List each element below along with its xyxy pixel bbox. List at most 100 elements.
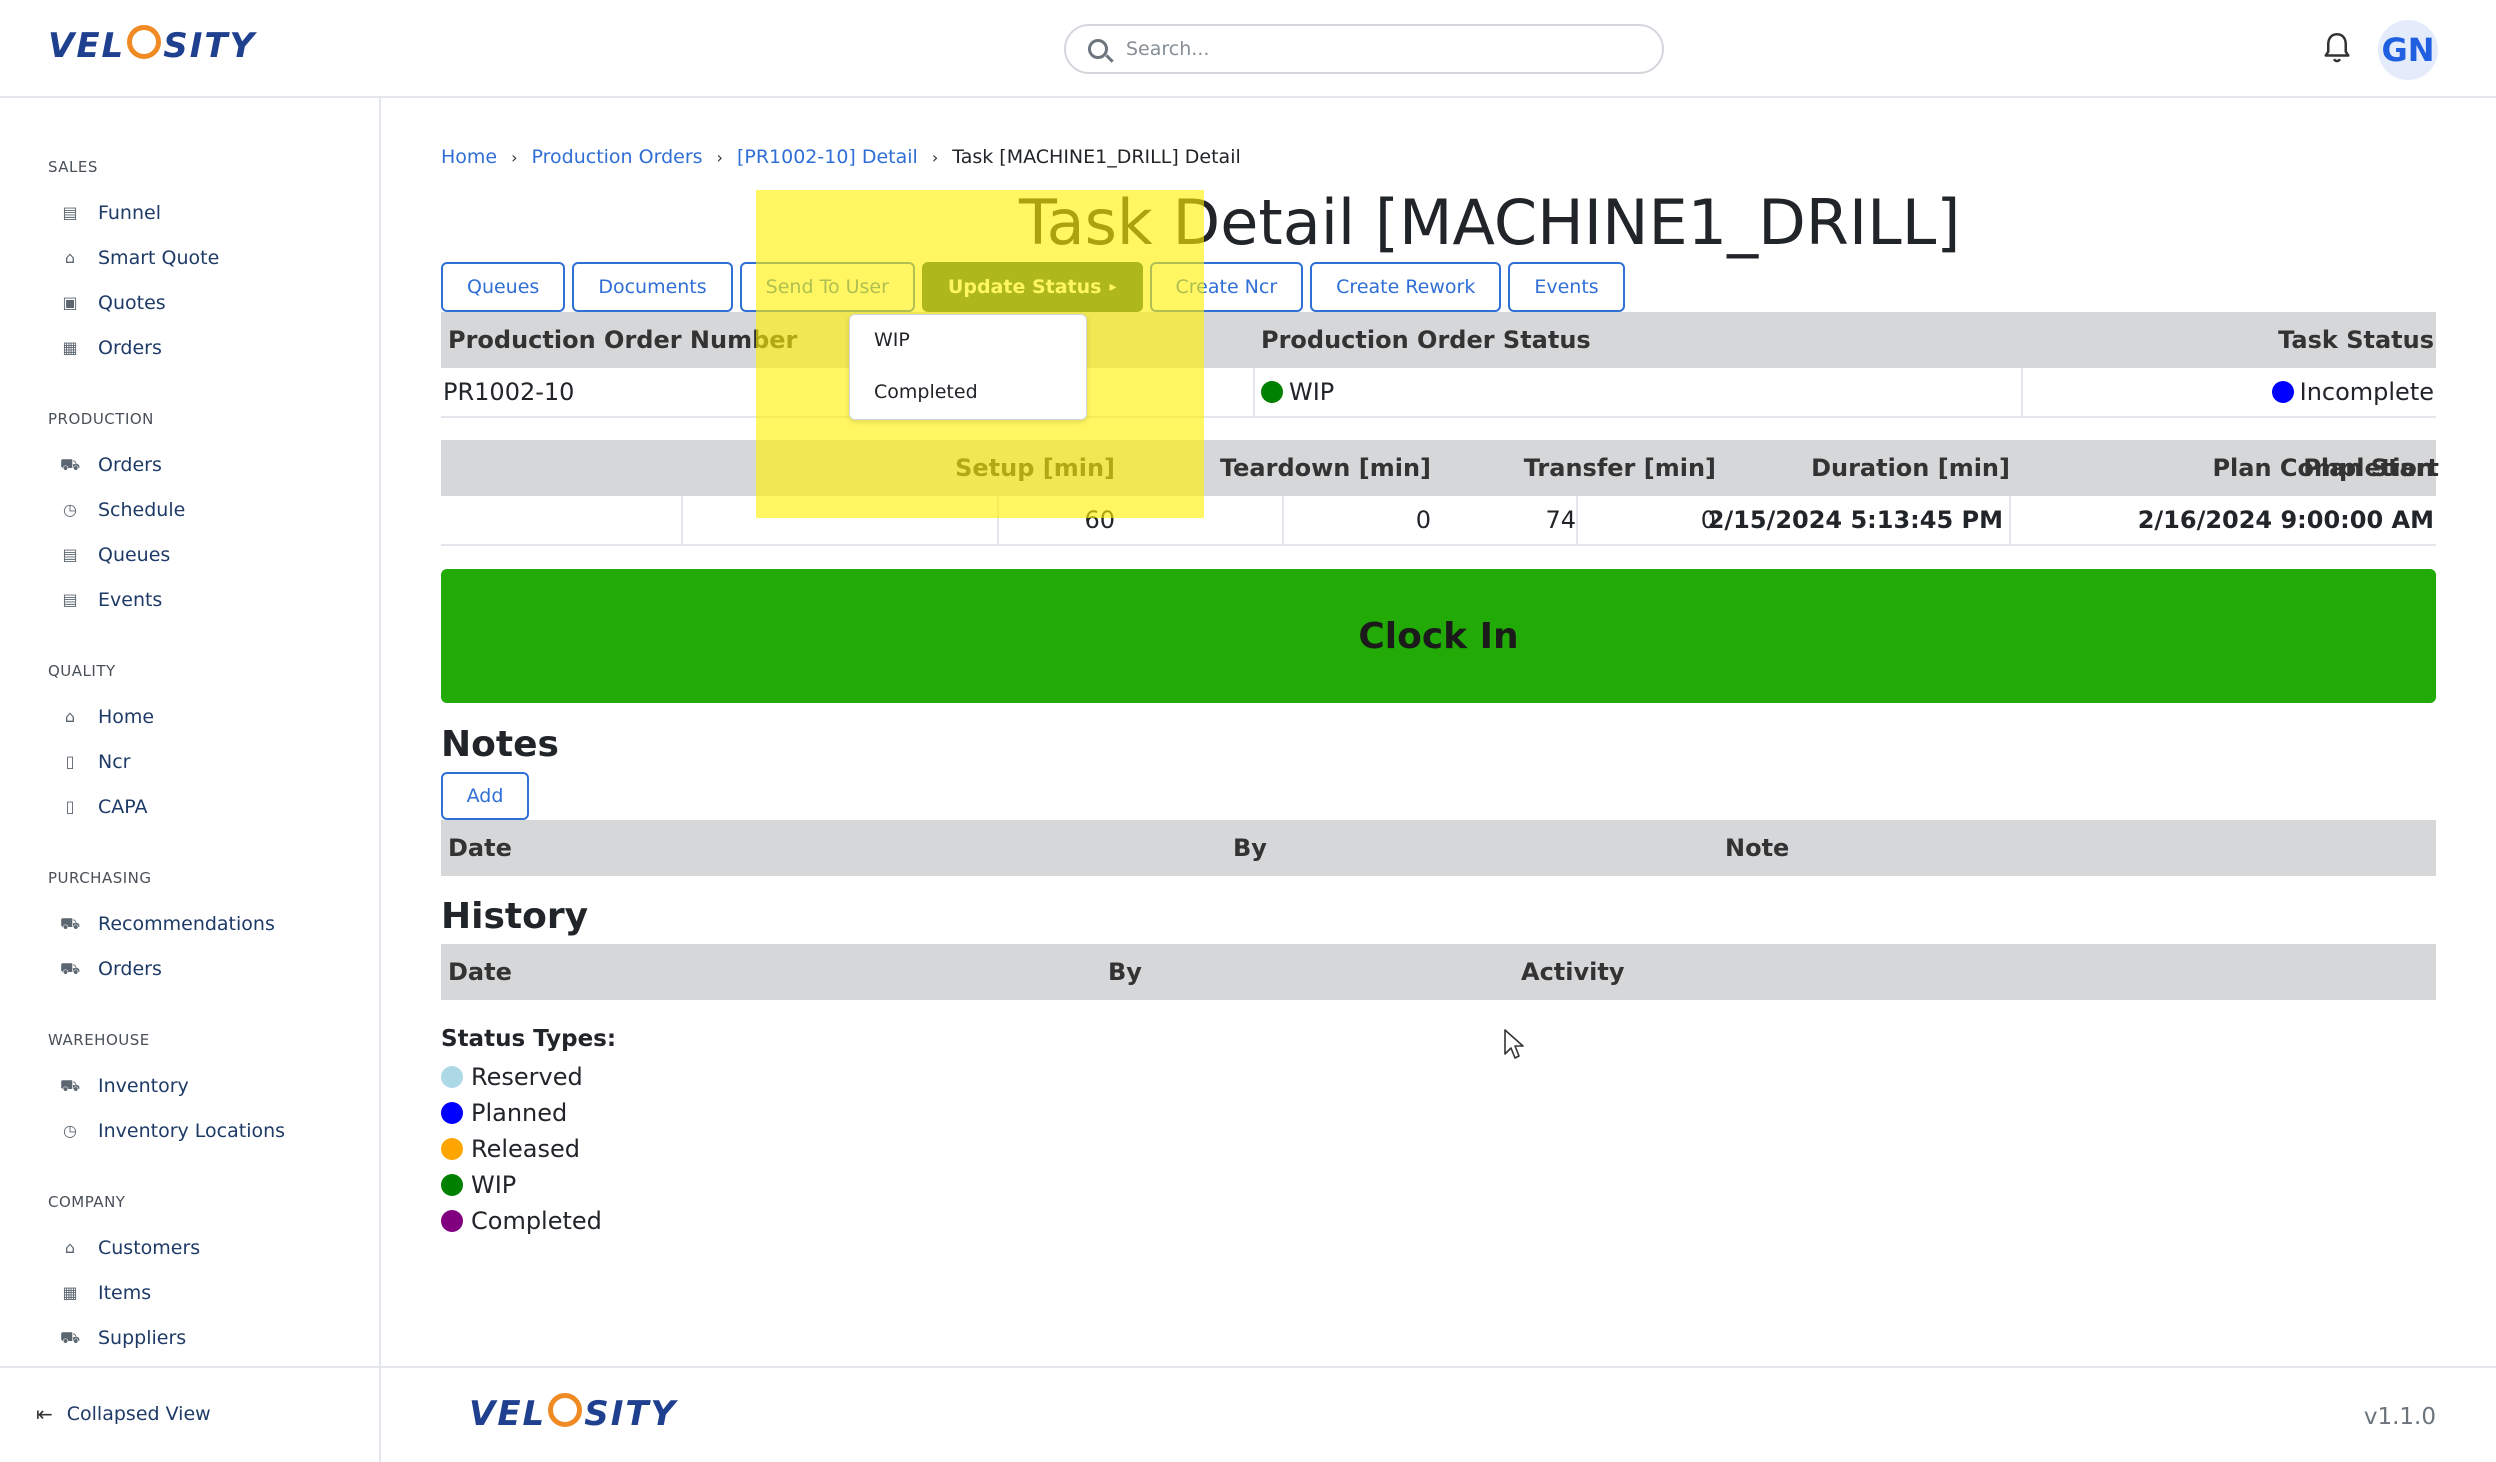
sidebar-item-label: Suppliers <box>98 1327 187 1349</box>
update-status-dropdown: WIP Completed <box>849 314 1087 420</box>
order-table-row: PR1002-10 WIP Incomplete <box>441 368 2436 418</box>
footer-logo: VEL SITY <box>469 1393 678 1434</box>
breadcrumb-home[interactable]: Home <box>441 146 497 168</box>
notes-by-header: By <box>1233 834 1267 862</box>
duration-value: 74 <box>1545 506 1576 534</box>
sidebar-item-items[interactable]: ▦ Items <box>62 1276 151 1310</box>
sidebar-item-capa[interactable]: ▯ CAPA <box>62 790 148 824</box>
search-input[interactable] <box>1126 38 1646 60</box>
sidebar-item-label: CAPA <box>98 796 148 818</box>
document-icon: ▯ <box>65 797 75 816</box>
send-to-user-button[interactable]: Send To User <box>739 262 915 312</box>
add-note-button[interactable]: Add <box>441 772 529 820</box>
reserved-dot <box>441 1066 463 1088</box>
order-number-header: Production Order Number <box>448 326 798 354</box>
collapse-arrow-icon: ⇤ <box>36 1402 53 1426</box>
breadcrumb-order-detail[interactable]: [PR1002-10] Detail <box>737 146 918 168</box>
sidebar-item-label: Orders <box>98 958 162 980</box>
collapse-view-button[interactable]: ⇤ Collapsed View <box>36 1402 211 1426</box>
order-number-value: PR1002-10 <box>443 378 575 406</box>
order-status-text: WIP <box>1289 378 1335 406</box>
task-status-value: Incomplete <box>2271 368 2434 416</box>
task-status-text: Incomplete <box>2299 378 2434 406</box>
items-icon: ▦ <box>62 1283 78 1302</box>
sidebar-item-quotes[interactable]: ▣ Quotes <box>62 286 165 320</box>
status-type-wip: WIP <box>441 1170 516 1200</box>
section-title-warehouse: WAREHOUSE <box>48 1031 150 1049</box>
sidebar-item-production-orders[interactable]: ⛟ Orders <box>59 448 162 482</box>
sidebar-item-purchasing-orders[interactable]: ⛟ Orders <box>60 952 162 986</box>
bell-icon[interactable] <box>2322 30 2352 66</box>
planned-dot <box>441 1102 463 1124</box>
sidebar-item-label: Home <box>98 706 155 728</box>
sidebar-item-events[interactable]: ▤ Events <box>62 583 162 617</box>
search-box[interactable] <box>1064 24 1664 74</box>
status-type-planned: Planned <box>441 1098 567 1128</box>
page-title: Task Detail [MACHINE1_DRILL] <box>1019 186 1961 259</box>
smart-quote-icon: ⌂ <box>64 248 76 267</box>
caret-right-icon: ▸ <box>1109 279 1117 295</box>
section-title-quality: QUALITY <box>48 662 116 680</box>
sidebar-item-sales-orders[interactable]: ▦ Orders <box>62 331 162 365</box>
status-type-released: Released <box>441 1134 580 1164</box>
teardown-value: 0 <box>1415 506 1431 534</box>
update-status-button[interactable]: Update Status ▸ <box>921 262 1143 312</box>
sidebar-item-recommendations[interactable]: ⛟ Recommendations <box>59 907 275 941</box>
create-ncr-button[interactable]: Create Ncr <box>1149 262 1304 312</box>
sidebar-item-quality-home[interactable]: ⌂ Home <box>62 700 154 734</box>
setup-value: 60 <box>1084 506 1115 534</box>
sidebar-item-schedule[interactable]: ◷ Schedule <box>62 493 185 527</box>
sidebar-item-label: Customers <box>98 1237 201 1259</box>
section-title-purchasing: PURCHASING <box>48 869 152 887</box>
create-rework-button[interactable]: Create Rework <box>1310 262 1502 312</box>
sidebar-item-label: Schedule <box>98 499 186 521</box>
avatar[interactable]: GN <box>2378 20 2438 80</box>
mouse-cursor-icon <box>1504 1029 1524 1059</box>
cart-icon: ⛟ <box>59 914 81 933</box>
sidebar-item-label: Items <box>98 1282 152 1304</box>
status-type-label: Reserved <box>471 1063 583 1091</box>
document-icon: ▯ <box>65 752 75 771</box>
events-button[interactable]: Events <box>1508 262 1625 312</box>
queues-button[interactable]: Queues <box>441 262 566 312</box>
breadcrumb-production-orders[interactable]: Production Orders <box>532 146 703 168</box>
update-status-label: Update Status <box>947 276 1102 298</box>
history-by-header: By <box>1108 958 1142 986</box>
documents-button[interactable]: Documents <box>572 262 733 312</box>
funnel-icon: ▤ <box>62 203 78 222</box>
sidebar-item-suppliers[interactable]: ⛟ Suppliers <box>60 1321 187 1355</box>
transfer-header: Transfer [min] <box>1523 454 1716 482</box>
chevron-right-icon: › <box>931 147 939 167</box>
status-option-completed[interactable]: Completed <box>874 381 978 403</box>
sidebar-item-inventory-locations[interactable]: ◷ Inventory Locations <box>62 1114 285 1148</box>
breadcrumb: Home › Production Orders › [PR1002-10] D… <box>441 146 1241 168</box>
order-table-header: Production Order Number Production Order… <box>441 312 2436 368</box>
cart-icon: ⛟ <box>59 455 81 474</box>
velosity-logo[interactable]: VEL SITY <box>48 25 256 66</box>
sidebar-item-funnel[interactable]: ▤ Funnel <box>62 196 161 230</box>
sidebar-item-inventory[interactable]: ⛟ Inventory <box>60 1069 189 1103</box>
sidebar-item-label: Inventory <box>98 1075 189 1097</box>
sidebar-item-ncr[interactable]: ▯ Ncr <box>62 745 131 779</box>
sidebar-item-smart-quote[interactable]: ⌂ Smart Quote <box>62 241 219 275</box>
status-type-label: Completed <box>471 1207 602 1235</box>
sidebar-item-label: Events <box>98 589 163 611</box>
plan-completion-value: 2/16/2024 9:00:00 AM <box>2137 506 2434 534</box>
home-icon: ⌂ <box>64 707 76 726</box>
plan-start-value: 2/15/2024 5:13:45 PM <box>1707 506 2003 534</box>
clock-in-button[interactable]: Clock In <box>441 569 2436 703</box>
status-option-wip[interactable]: WIP <box>874 329 910 351</box>
order-status-value: WIP <box>1261 368 1334 416</box>
setup-header: Setup [min] <box>955 454 1115 482</box>
section-title-sales: SALES <box>48 158 98 176</box>
chevron-right-icon: › <box>511 147 518 167</box>
footer: VEL SITY v1.1.0 <box>381 1366 2496 1462</box>
sidebar-item-queues[interactable]: ▤ Queues <box>62 538 170 572</box>
order-status-header: Production Order Status <box>1261 326 1591 354</box>
clock-icon: ◷ <box>63 500 77 519</box>
search-icon <box>1088 39 1108 59</box>
toolbar: Queues Documents Send To User Update Sta… <box>441 262 1632 312</box>
sidebar-item-customers[interactable]: ⌂ Customers <box>62 1231 200 1265</box>
collapse-view-label: Collapsed View <box>66 1403 211 1425</box>
sidebar-item-label: Orders <box>98 337 162 359</box>
